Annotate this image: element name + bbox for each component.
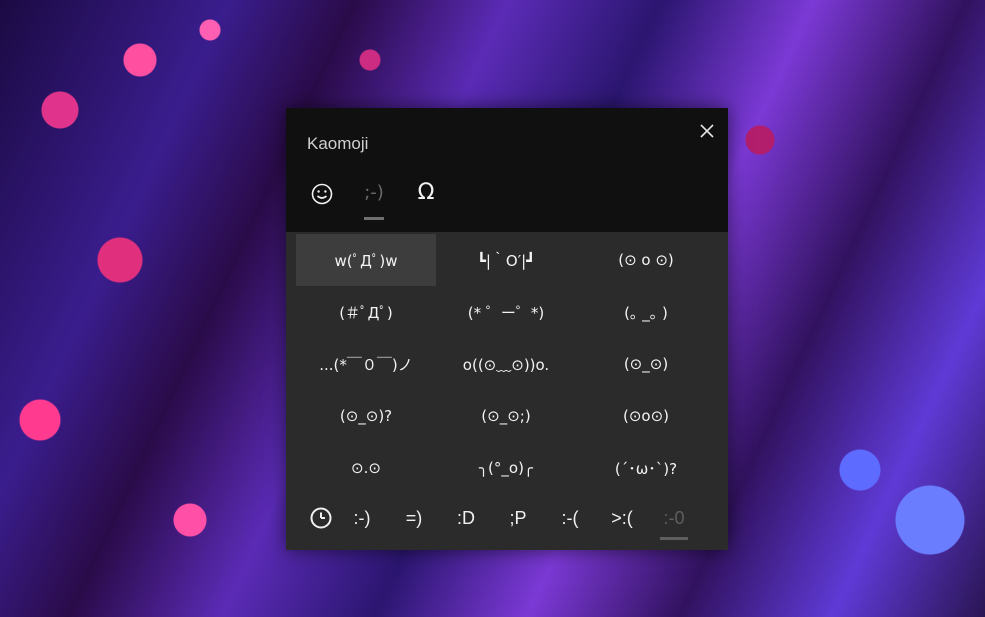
kaomoji-item[interactable]: (⊙ o ⊙) bbox=[576, 234, 716, 286]
kaomoji-subcategory-bar: :-) =) :D ;P :-( >:( :-0 bbox=[306, 498, 706, 540]
smiley-face-icon bbox=[311, 183, 333, 205]
kaomoji-item[interactable]: (⊙_⊙;) bbox=[436, 390, 576, 442]
subcategory-tab[interactable]: >:( bbox=[596, 502, 648, 534]
tab-emoji[interactable] bbox=[306, 180, 338, 224]
kaomoji-item[interactable]: (´･ω･`)? bbox=[576, 442, 716, 494]
category-tabs: ;-) Ω bbox=[306, 180, 442, 226]
kaomoji-item[interactable]: (＃ﾟДﾟ) bbox=[296, 286, 436, 338]
subcategory-tab[interactable]: :D bbox=[440, 502, 492, 534]
panel-title: Kaomoji bbox=[307, 134, 369, 153]
kaomoji-item[interactable]: o((⊙﹏⊙))o. bbox=[436, 338, 576, 390]
subcategory-tab[interactable]: :-) bbox=[336, 502, 388, 534]
subcategory-tab[interactable]: =) bbox=[388, 502, 440, 534]
close-icon[interactable] bbox=[696, 120, 718, 142]
kaomoji-item[interactable]: (⊙_⊙) bbox=[576, 338, 716, 390]
kaomoji-grid: w(ﾟДﾟ)w ┗|｀O′|┛ (⊙ o ⊙) (＃ﾟДﾟ) (* ゜ー゜*) … bbox=[296, 234, 716, 494]
subcategory-tab[interactable]: ;P bbox=[492, 502, 544, 534]
kaomoji-item[interactable]: ┗|｀O′|┛ bbox=[436, 234, 576, 286]
kaomoji-item[interactable]: w(ﾟДﾟ)w bbox=[296, 234, 436, 286]
tab-symbols-label: Ω bbox=[417, 180, 435, 205]
tab-kaomoji[interactable]: ;-) bbox=[358, 180, 390, 226]
panel-header: Kaomoji ;-) Ω bbox=[286, 108, 728, 232]
kaomoji-item[interactable]: ...(*￣０￣)ノ bbox=[296, 338, 436, 390]
subcategory-tab[interactable]: :-( bbox=[544, 502, 596, 534]
tab-kaomoji-label: ;-) bbox=[364, 182, 384, 203]
tab-symbols[interactable]: Ω bbox=[410, 180, 442, 224]
kaomoji-item[interactable]: (⊙_⊙)? bbox=[296, 390, 436, 442]
kaomoji-item[interactable]: (⊙o⊙) bbox=[576, 390, 716, 442]
kaomoji-item[interactable]: (* ゜ー゜*) bbox=[436, 286, 576, 338]
kaomoji-panel: Kaomoji ;-) Ω w(ﾟДﾟ)w ┗|｀O′|┛ (⊙ o ⊙) (＃… bbox=[286, 108, 728, 550]
kaomoji-item[interactable]: ╮(°_o)╭ bbox=[436, 442, 576, 494]
kaomoji-item[interactable]: ⊙.⊙ bbox=[296, 442, 436, 494]
recent-clock-icon[interactable] bbox=[306, 502, 336, 534]
subcategory-tab-active[interactable]: :-0 bbox=[648, 502, 700, 540]
kaomoji-item[interactable]: (｡ _｡ ) bbox=[576, 286, 716, 338]
